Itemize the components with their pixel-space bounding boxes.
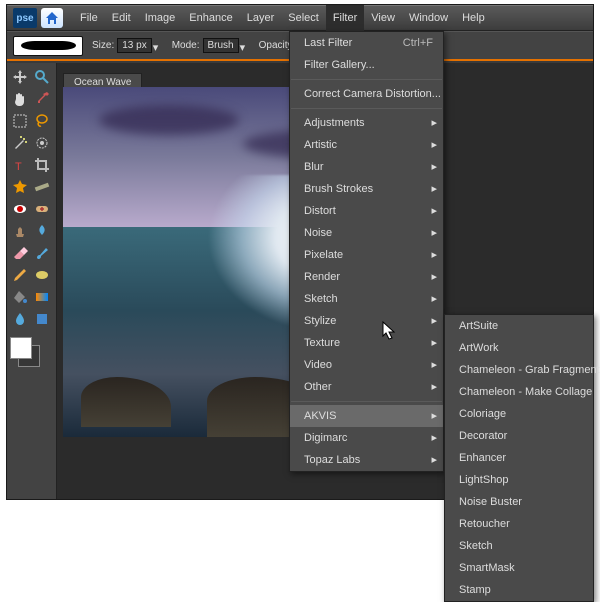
tool-redeye[interactable] xyxy=(10,199,30,219)
filter-brush-strokes[interactable]: Brush Strokes▸ xyxy=(290,178,443,200)
tool-type[interactable]: T xyxy=(10,155,30,175)
menu-file[interactable]: File xyxy=(73,5,105,31)
menu-enhance[interactable]: Enhance xyxy=(182,5,239,31)
color-swatches[interactable] xyxy=(10,337,44,369)
home-icon xyxy=(45,11,59,25)
filter-last: Last FilterCtrl+F xyxy=(290,32,443,54)
menu-layer[interactable]: Layer xyxy=(240,5,282,31)
brush-preview[interactable] xyxy=(13,36,83,56)
tool-zoom[interactable] xyxy=(32,67,52,87)
tool-smudge[interactable] xyxy=(32,221,52,241)
akvis-smartmask[interactable]: SmartMask xyxy=(445,557,593,579)
tool-straighten[interactable] xyxy=(32,177,52,197)
filter-gallery[interactable]: Filter Gallery... xyxy=(290,54,443,76)
akvis-stamp[interactable]: Stamp xyxy=(445,579,593,601)
filter-other[interactable]: Other▸ xyxy=(290,376,443,398)
menu-view[interactable]: View xyxy=(364,5,402,31)
tool-clone[interactable] xyxy=(10,221,30,241)
tool-shape[interactable] xyxy=(32,309,52,329)
mode-label: Mode: xyxy=(172,40,200,51)
tool-heal[interactable] xyxy=(32,199,52,219)
toolbox: T xyxy=(7,63,57,499)
size-field[interactable]: 13 px xyxy=(117,38,151,53)
akvis-sketch[interactable]: Sketch xyxy=(445,535,593,557)
foreground-color[interactable] xyxy=(10,337,32,359)
akvis-chameleon-grab[interactable]: Chameleon - Grab Fragment xyxy=(445,359,593,381)
tool-move[interactable] xyxy=(10,67,30,87)
filter-pixelate[interactable]: Pixelate▸ xyxy=(290,244,443,266)
tool-bucket[interactable] xyxy=(10,287,30,307)
menu-window[interactable]: Window xyxy=(402,5,455,31)
akvis-lightshop[interactable]: LightShop xyxy=(445,469,593,491)
mode-dropdown-icon[interactable]: ▾ xyxy=(240,41,250,51)
tool-eraser[interactable] xyxy=(10,243,30,263)
akvis-coloriage[interactable]: Coloriage xyxy=(445,403,593,425)
tool-cookie[interactable] xyxy=(10,177,30,197)
mode-field[interactable]: Brush xyxy=(203,38,239,53)
menu-image[interactable]: Image xyxy=(138,5,183,31)
filter-artistic[interactable]: Artistic▸ xyxy=(290,134,443,156)
menu-bar: File Edit Image Enhance Layer Select Fil… xyxy=(73,5,492,31)
tool-blur[interactable] xyxy=(10,309,30,329)
akvis-retoucher[interactable]: Retoucher xyxy=(445,513,593,535)
filter-sketch[interactable]: Sketch▸ xyxy=(290,288,443,310)
filter-adjustments[interactable]: Adjustments▸ xyxy=(290,112,443,134)
tool-crop[interactable] xyxy=(32,155,52,175)
filter-camera-distortion[interactable]: Correct Camera Distortion... xyxy=(290,83,443,105)
akvis-enhancer[interactable]: Enhancer xyxy=(445,447,593,469)
akvis-artsuite[interactable]: ArtSuite xyxy=(445,315,593,337)
app-logo: pse xyxy=(13,8,37,28)
menu-filter[interactable]: Filter xyxy=(326,5,364,31)
filter-noise[interactable]: Noise▸ xyxy=(290,222,443,244)
filter-topaz[interactable]: Topaz Labs▸ xyxy=(290,449,443,471)
filter-akvis[interactable]: AKVIS▸ xyxy=(290,405,443,427)
akvis-chameleon-collage[interactable]: Chameleon - Make Collage xyxy=(445,381,593,403)
size-dropdown-icon[interactable]: ▾ xyxy=(153,41,163,51)
filter-stylize[interactable]: Stylize▸ xyxy=(290,310,443,332)
filter-digimarc[interactable]: Digimarc▸ xyxy=(290,427,443,449)
size-label: Size: xyxy=(92,40,114,51)
tool-brush[interactable] xyxy=(32,243,52,263)
filter-dropdown: Last FilterCtrl+F Filter Gallery... Corr… xyxy=(289,31,444,472)
filter-blur[interactable]: Blur▸ xyxy=(290,156,443,178)
filter-render[interactable]: Render▸ xyxy=(290,266,443,288)
filter-texture[interactable]: Texture▸ xyxy=(290,332,443,354)
svg-text:T: T xyxy=(15,161,22,173)
tool-sponge[interactable] xyxy=(32,265,52,285)
menu-edit[interactable]: Edit xyxy=(105,5,138,31)
tool-selection-brush[interactable] xyxy=(32,133,52,153)
filter-distort[interactable]: Distort▸ xyxy=(290,200,443,222)
akvis-submenu: ArtSuite ArtWork Chameleon - Grab Fragme… xyxy=(444,314,594,602)
cursor-icon xyxy=(382,321,396,341)
tool-lasso[interactable] xyxy=(32,111,52,131)
akvis-artwork[interactable]: ArtWork xyxy=(445,337,593,359)
title-bar: pse File Edit Image Enhance Layer Select… xyxy=(7,5,593,31)
tool-wand[interactable] xyxy=(10,133,30,153)
tool-hand[interactable] xyxy=(10,89,30,109)
tool-marquee[interactable] xyxy=(10,111,30,131)
akvis-noisebuster[interactable]: Noise Buster xyxy=(445,491,593,513)
tool-gradient[interactable] xyxy=(32,287,52,307)
menu-select[interactable]: Select xyxy=(281,5,326,31)
menu-help[interactable]: Help xyxy=(455,5,492,31)
home-button[interactable] xyxy=(41,8,63,28)
filter-video[interactable]: Video▸ xyxy=(290,354,443,376)
akvis-decorator[interactable]: Decorator xyxy=(445,425,593,447)
tool-eyedropper[interactable] xyxy=(32,89,52,109)
tool-pencil[interactable] xyxy=(10,265,30,285)
